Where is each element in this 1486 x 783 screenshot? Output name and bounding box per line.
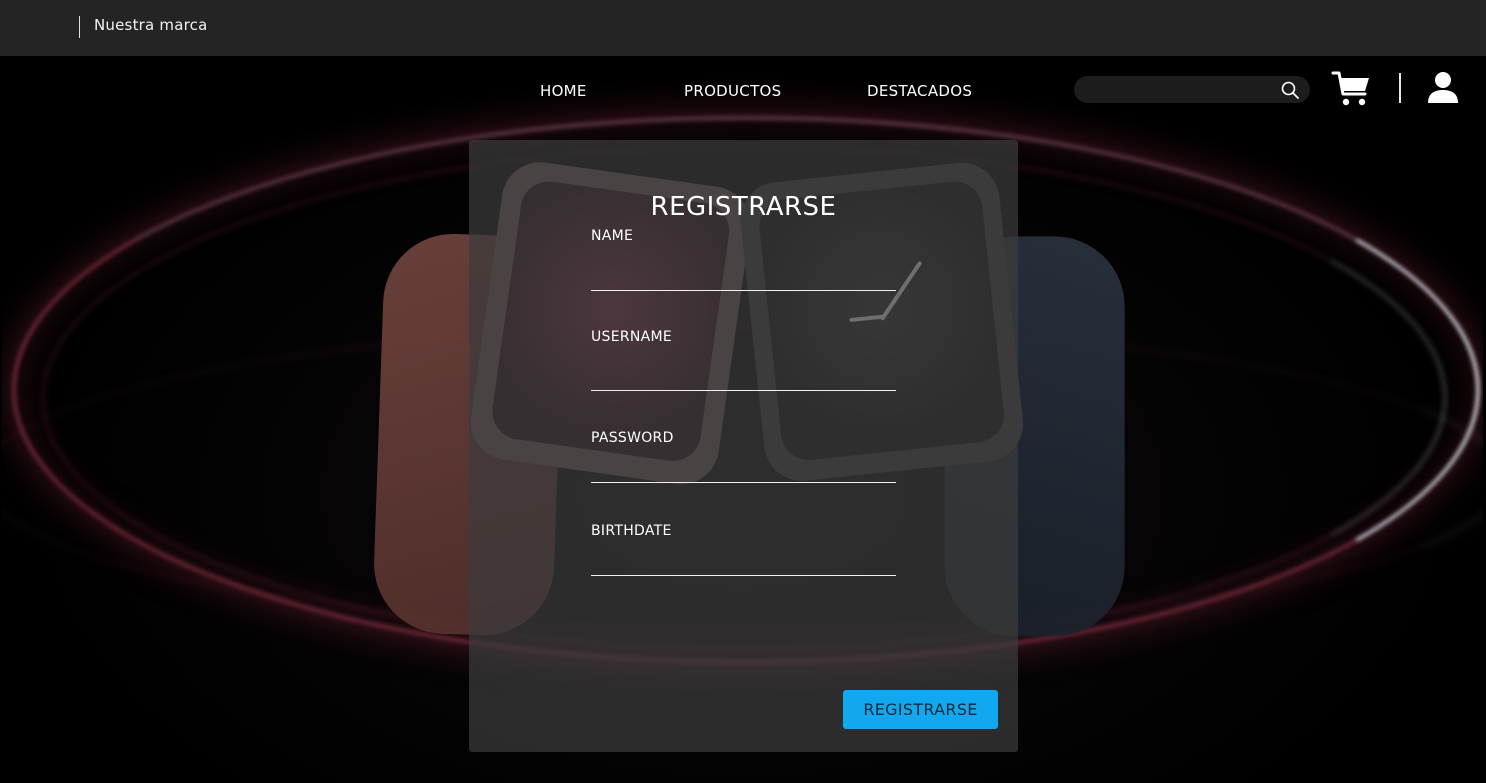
password-label: PASSWORD bbox=[591, 430, 674, 446]
password-field[interactable] bbox=[591, 458, 896, 483]
name-field[interactable] bbox=[591, 266, 896, 291]
form-title: REGISTRARSE bbox=[650, 192, 837, 222]
header-divider bbox=[1399, 73, 1401, 103]
user-icon[interactable] bbox=[1426, 71, 1460, 105]
nav-products[interactable]: PRODUCTOS bbox=[684, 82, 781, 100]
search-bar[interactable] bbox=[1074, 76, 1310, 103]
brand-name[interactable]: Nuestra marca bbox=[94, 16, 207, 34]
register-form: REGISTRARSE NAME USERNAME PASSWORD BIRTH… bbox=[469, 140, 1018, 752]
nav-featured[interactable]: DESTACADOS bbox=[867, 82, 972, 100]
cart-icon[interactable] bbox=[1331, 70, 1371, 108]
birthdate-label: BIRTHDATE bbox=[591, 523, 672, 539]
nav-home[interactable]: HOME bbox=[540, 82, 587, 100]
name-label: NAME bbox=[591, 228, 634, 244]
brand-divider bbox=[79, 16, 80, 38]
top-bar: Nuestra marca bbox=[0, 0, 1486, 56]
birthdate-field[interactable] bbox=[591, 551, 896, 576]
register-button[interactable]: REGISTRARSE bbox=[843, 690, 998, 729]
username-field[interactable] bbox=[591, 366, 896, 391]
username-label: USERNAME bbox=[591, 329, 673, 345]
search-input[interactable] bbox=[1086, 79, 1280, 101]
search-icon[interactable] bbox=[1280, 80, 1300, 100]
